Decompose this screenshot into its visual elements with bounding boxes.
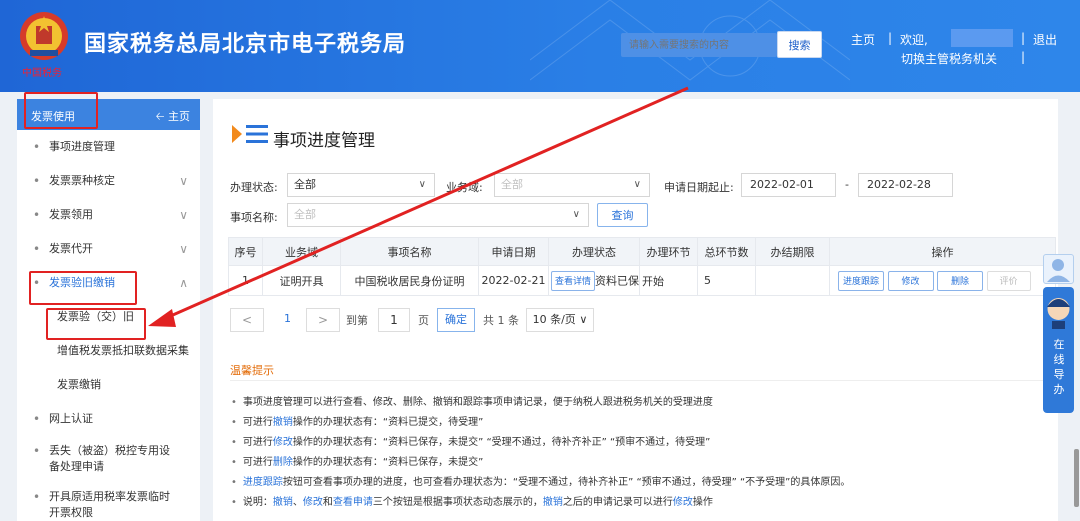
- annotation-arrow: [148, 86, 689, 327]
